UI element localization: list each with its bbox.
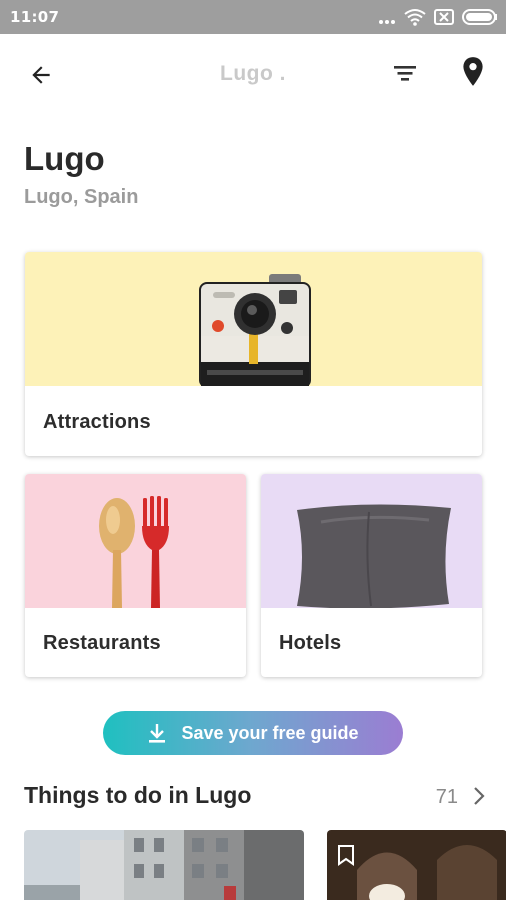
street-photo: [24, 830, 304, 900]
header-title: Lugo .: [220, 62, 286, 85]
instant-camera-icon: [199, 274, 311, 388]
attractions-image: [25, 252, 482, 388]
pillow-icon: [297, 504, 451, 609]
status-icons: [378, 8, 498, 30]
thing-to-do-card[interactable]: [24, 830, 304, 900]
attractions-card[interactable]: Attractions: [25, 252, 482, 456]
location-pin-icon: [463, 57, 483, 86]
restaurants-label: Restaurants: [43, 632, 161, 654]
hotels-card[interactable]: Hotels: [261, 474, 482, 677]
hotels-image: [261, 474, 482, 609]
things-to-do-title: Things to do in Lugo: [24, 782, 252, 808]
spoon-fork-icon: [99, 496, 169, 608]
things-to-do-count[interactable]: 71: [436, 786, 458, 809]
filter-button[interactable]: [390, 58, 420, 88]
status-time: 11:07: [10, 8, 60, 26]
bookmark-button[interactable]: [337, 844, 355, 871]
save-guide-button[interactable]: Save your free guide: [103, 711, 403, 755]
battery-icon: [462, 9, 498, 29]
download-icon: [149, 724, 166, 743]
top-app-bar: Lugo .: [0, 34, 506, 114]
thing-to-do-card[interactable]: [327, 830, 506, 900]
restaurants-card[interactable]: Restaurants: [25, 474, 246, 677]
more-dots-icon: [378, 10, 396, 29]
sim-icon: [434, 9, 454, 29]
filter-icon: [394, 66, 416, 81]
chevron-right-icon: [474, 787, 485, 805]
map-button[interactable]: [460, 56, 486, 88]
page-title: Lugo: [24, 140, 105, 177]
bookmark-icon: [338, 845, 354, 866]
attractions-label: Attractions: [43, 411, 151, 433]
status-bar: 11:07: [0, 0, 506, 34]
save-guide-label: Save your free guide: [181, 722, 359, 743]
see-all-button[interactable]: [472, 785, 486, 807]
page-subtitle: Lugo, Spain: [24, 186, 139, 208]
hotels-label: Hotels: [279, 632, 342, 654]
wifi-icon: [404, 8, 426, 30]
restaurants-image: [25, 474, 246, 608]
